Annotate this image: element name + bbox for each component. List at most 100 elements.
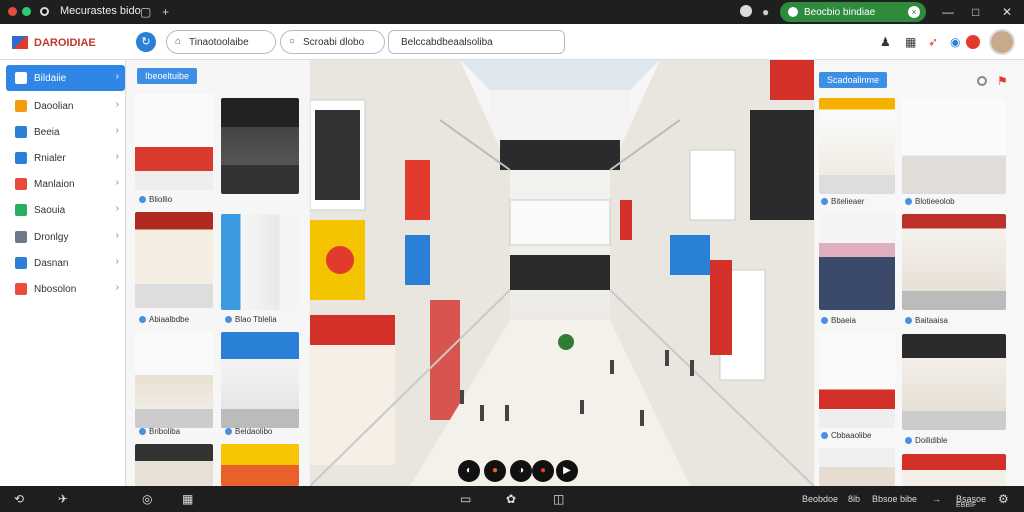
rocket-icon[interactable]: ➶ <box>928 35 938 49</box>
app-logo[interactable]: DAROIDIAE <box>12 36 96 49</box>
user-icon[interactable]: ♟ <box>880 35 891 49</box>
store-thumbnail[interactable] <box>135 94 213 190</box>
chat-bubble-icon[interactable]: ● <box>762 5 769 19</box>
sidebar-item-icon <box>15 231 27 243</box>
sidebar-item-icon <box>15 257 27 269</box>
thumbnail-caption: Abiaalbdbe <box>139 315 189 324</box>
store-thumbnail[interactable] <box>135 444 213 486</box>
store-thumbnail[interactable] <box>819 214 895 310</box>
caption-text: Beldaolibo <box>235 427 273 436</box>
store-thumbnail[interactable] <box>135 212 213 308</box>
maximize-button[interactable]: □ <box>972 5 979 19</box>
minimize-button[interactable]: — <box>942 5 954 19</box>
address-field[interactable]: Belccabdbeaalsoliba <box>388 30 565 54</box>
sidebar-item-label: Dasnan <box>34 257 69 269</box>
chevron-right-icon: › <box>115 177 119 188</box>
title-bar: Mecurastes bido ▢ + ● Beocbio bindiae × … <box>0 0 1024 24</box>
store-thumbnail[interactable] <box>902 98 1006 194</box>
store-thumbnail[interactable] <box>902 454 1006 486</box>
sidebar-item-2[interactable]: Beeia › <box>6 119 125 145</box>
address-field-value: Belccabdbeaalsoliba <box>401 36 493 48</box>
sidebar-item-label: Nbosolon <box>34 283 77 295</box>
sidebar-item-4[interactable]: Manlaion › <box>6 171 125 197</box>
thumbnail-caption: Bliollio <box>139 195 172 204</box>
status-text-6: EBBIF <box>956 502 977 509</box>
maximize-dot-icon[interactable] <box>22 7 31 16</box>
calendar-icon[interactable]: ▦ <box>905 35 916 49</box>
thumbnail-caption: Bbaeia <box>821 316 856 325</box>
pill-status-icon <box>788 7 798 17</box>
sidebar-item-8[interactable]: Nbosolon › <box>6 276 125 302</box>
caption-text: Doilidible <box>915 436 948 445</box>
left-panel-tag[interactable]: Ibeoeltuibe <box>137 68 198 84</box>
pill-close-icon[interactable]: × <box>908 6 920 18</box>
store-thumbnail[interactable] <box>221 444 299 486</box>
store-thumbnail[interactable] <box>221 214 299 310</box>
mall-preview-image[interactable]: ◐ ● ◑ ● ▶ <box>310 60 814 486</box>
thumbnail-caption: Blao Tblelia <box>225 315 277 324</box>
status-pill[interactable]: Beocbio bindiae × <box>780 2 926 22</box>
toolbar-button[interactable]: ◑ <box>510 460 532 482</box>
right-panel-tag[interactable]: Scadoalinme <box>819 72 888 88</box>
caption-text: Blao Tblelia <box>235 315 277 324</box>
store-thumbnail[interactable] <box>819 98 895 194</box>
avatar[interactable] <box>989 29 1015 55</box>
thumbnail-caption: Cbbaaolibe <box>821 431 871 440</box>
palette-icon[interactable]: ✿ <box>506 492 516 506</box>
settings-icon[interactable] <box>977 76 987 86</box>
sidebar-item-label: Manlaion <box>34 178 75 190</box>
search-field-2[interactable]: ○ Scroabi dlobo <box>280 30 385 54</box>
store-thumbnail[interactable] <box>221 98 299 194</box>
caption-text: Briboliba <box>149 427 181 436</box>
search-field-2-value: Scroabi dlobo <box>303 36 365 48</box>
pill-label: Beocbio bindiae <box>804 6 876 18</box>
close-button[interactable]: ✕ <box>1002 5 1012 19</box>
split-window-icon[interactable]: ▢ <box>140 5 151 19</box>
play-button[interactable]: ▶ <box>556 460 578 482</box>
thumbnail-caption: Bitelieaer <box>821 197 864 206</box>
sidebar-item-icon <box>15 126 27 138</box>
globe-icon[interactable]: ◎ <box>142 492 152 506</box>
chevron-right-icon: › <box>115 230 119 241</box>
sidebar-item-label: Bildaiie <box>34 72 67 84</box>
notification-icon[interactable] <box>966 35 980 49</box>
toolbar-button[interactable]: ◐ <box>458 460 480 482</box>
sidebar-item-1[interactable]: Daoolian › <box>6 93 125 119</box>
chevron-right-icon: › <box>115 203 119 214</box>
store-thumbnail[interactable] <box>902 334 1006 430</box>
app-launcher-icon[interactable]: ◫ <box>553 492 564 506</box>
grid-icon[interactable]: ▦ <box>182 492 193 506</box>
sidebar-item-6[interactable]: Dronlgy › <box>6 224 125 250</box>
store-thumbnail[interactable] <box>135 332 213 428</box>
sidebar-item-5[interactable]: Saouia › <box>6 197 125 223</box>
thumbnail-caption: Baitaaisa <box>905 316 948 325</box>
monitor-icon[interactable]: ▭ <box>460 492 471 506</box>
search-field-1[interactable]: ⌂ Tinaotoolaibe <box>166 30 276 54</box>
store-thumbnail[interactable] <box>221 332 299 428</box>
chevron-right-icon: › <box>115 256 119 267</box>
thumbnail-caption: Blotieeolob <box>905 197 955 206</box>
toolbar-button[interactable]: ● <box>532 460 554 482</box>
toolbar-button[interactable]: ● <box>484 460 506 482</box>
flag-icon[interactable]: ⚑ <box>997 74 1008 88</box>
sidebar-item-0[interactable]: Bildaiie › <box>6 65 125 91</box>
profile-icon[interactable] <box>740 5 752 17</box>
store-thumbnail[interactable] <box>819 448 895 486</box>
store-thumbnail[interactable] <box>819 332 895 428</box>
notification-center-icon[interactable]: ⚙ <box>998 492 1009 506</box>
store-thumbnail[interactable] <box>902 214 1006 310</box>
refresh-button[interactable]: ↻ <box>136 32 156 52</box>
caption-text: Baitaaisa <box>915 316 948 325</box>
pin-icon[interactable]: ✈ <box>58 492 68 506</box>
thumbnail-caption: Doilidible <box>905 436 947 445</box>
caption-text: Cbbaaolibe <box>831 431 872 440</box>
app-icon <box>40 7 49 16</box>
sidebar-item-3[interactable]: Rnialer › <box>6 145 125 171</box>
chat-icon[interactable]: ◉ <box>950 35 960 49</box>
back-icon[interactable]: ⟲ <box>14 492 24 506</box>
chevron-right-icon: › <box>115 71 119 82</box>
sidebar-item-7[interactable]: Dasnan › <box>6 250 125 276</box>
arrow-icon[interactable]: → <box>932 494 941 504</box>
close-dot-icon[interactable] <box>8 7 17 16</box>
new-tab-button[interactable]: + <box>162 5 169 19</box>
